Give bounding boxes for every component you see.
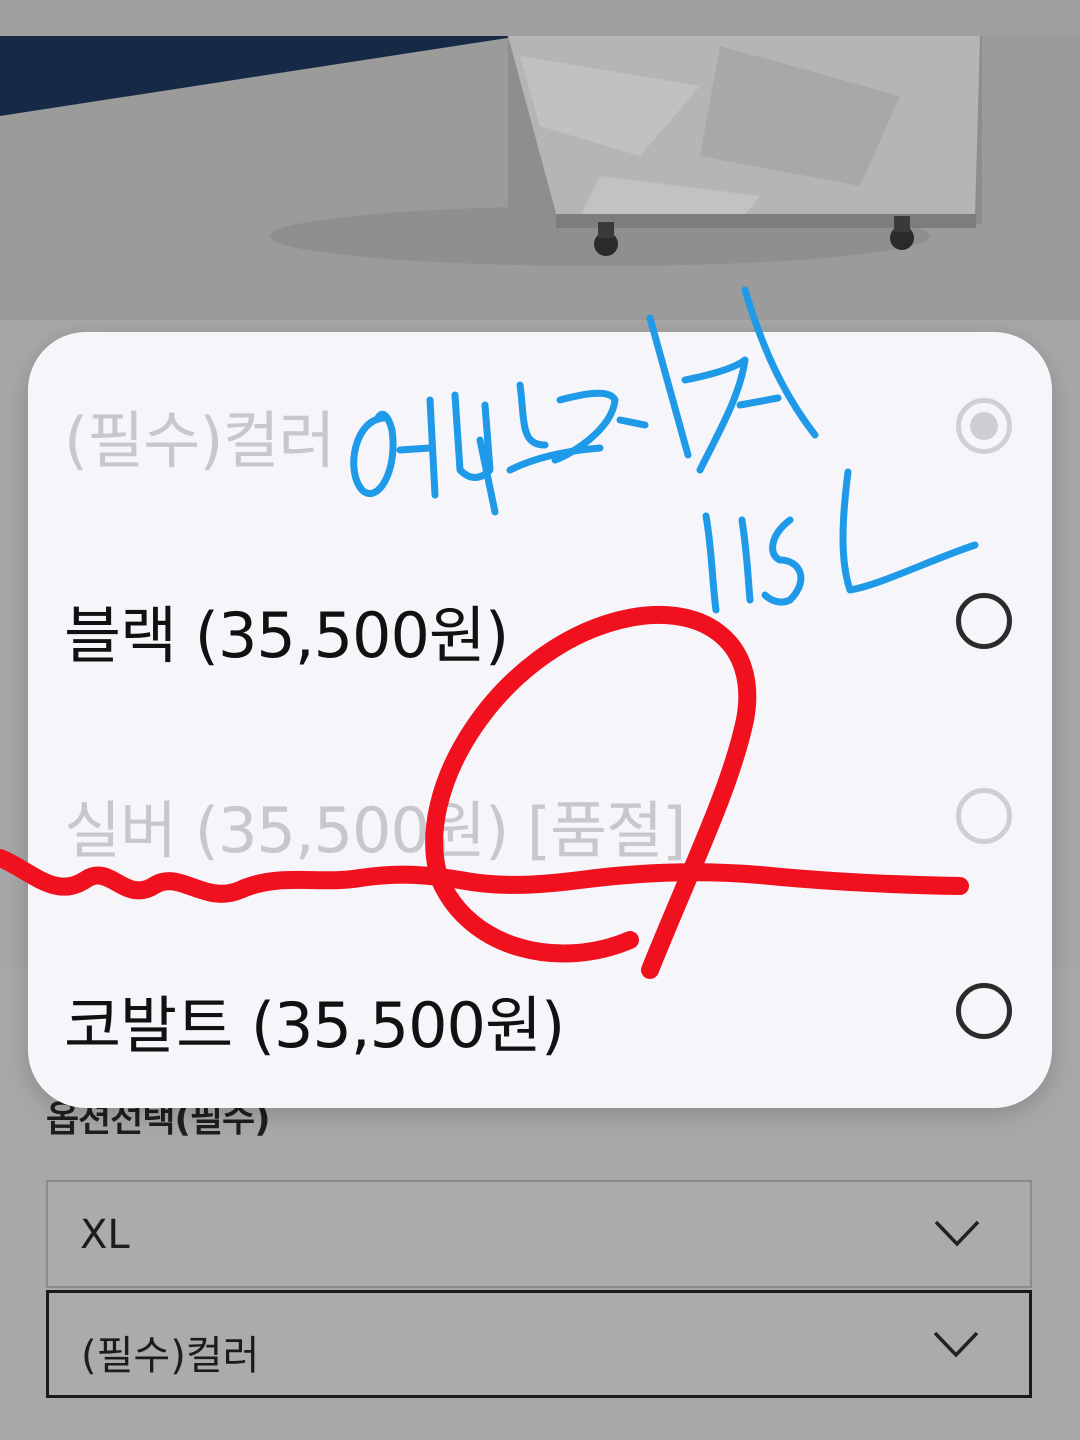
option-row-silver: 실버 (35,500원) [품절] bbox=[28, 722, 1052, 917]
option-row-black[interactable]: 블랙 (35,500원) bbox=[28, 527, 1052, 722]
status-strip bbox=[0, 0, 1080, 36]
chevron-down-icon bbox=[934, 1220, 980, 1247]
chevron-down-icon bbox=[933, 1331, 979, 1358]
size-select-value: XL bbox=[80, 1212, 130, 1258]
option-label-silver: 실버 (35,500원) [품절] bbox=[64, 794, 686, 867]
radio-silver bbox=[956, 788, 1012, 844]
size-select[interactable]: XL bbox=[46, 1180, 1032, 1288]
product-image bbox=[0, 36, 1080, 320]
option-label-cobalt: 코발트 (35,500원) bbox=[64, 989, 565, 1062]
radio-cobalt[interactable] bbox=[956, 983, 1012, 1039]
radio-black[interactable] bbox=[956, 593, 1012, 649]
dialog-title-row: (필수)컬러 bbox=[28, 332, 1052, 527]
color-select[interactable]: (필수)컬러 bbox=[46, 1290, 1032, 1398]
color-option-dialog: (필수)컬러 블랙 (35,500원) 실버 (35,500원) [품절] 코발… bbox=[28, 332, 1052, 1108]
dialog-title: (필수)컬러 bbox=[64, 404, 336, 477]
option-row-cobalt[interactable]: 코발트 (35,500원) bbox=[28, 917, 1052, 1112]
radio-placeholder-selected[interactable] bbox=[956, 398, 1012, 454]
option-label-black: 블랙 (35,500원) bbox=[64, 599, 509, 672]
cart-cover-photo bbox=[0, 36, 1080, 320]
color-select-value: (필수)컬러 bbox=[81, 1333, 260, 1379]
